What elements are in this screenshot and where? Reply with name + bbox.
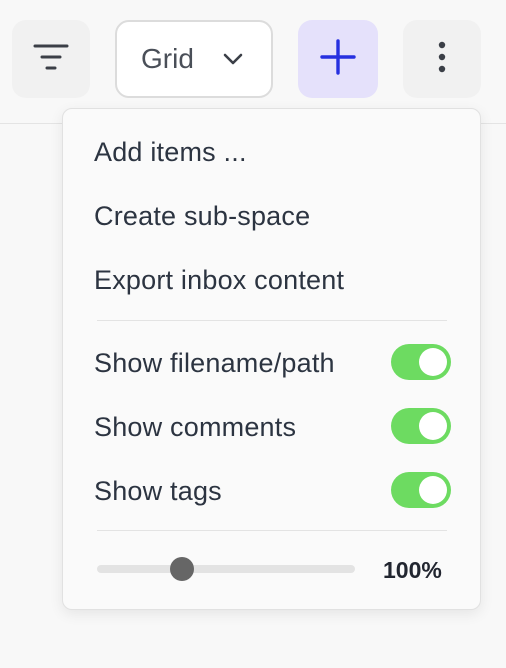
toggle-label-show-filename-path: Show filename/path xyxy=(94,348,335,378)
toggle-knob xyxy=(419,348,447,376)
toggle-label-show-comments: Show comments xyxy=(94,412,297,442)
menu-item-add-items[interactable]: Add items ... xyxy=(94,135,247,169)
toggle-show-comments[interactable] xyxy=(391,408,451,444)
menu-item-create-sub-space[interactable]: Create sub-space xyxy=(94,199,310,233)
chevron-down-icon xyxy=(221,46,245,78)
filter-button[interactable] xyxy=(12,20,90,98)
toggle-row-show-tags: Show tags xyxy=(63,471,482,511)
toolbar: Grid xyxy=(0,0,506,124)
toggle-show-filename-path[interactable] xyxy=(391,344,451,380)
toggle-show-tags[interactable] xyxy=(391,472,451,508)
add-button[interactable] xyxy=(298,20,378,98)
vertical-dots-icon xyxy=(437,40,447,79)
menu-divider xyxy=(97,320,447,321)
toggle-knob xyxy=(419,476,447,504)
zoom-slider[interactable] xyxy=(97,557,355,581)
toggle-row-show-comments: Show comments xyxy=(63,407,482,447)
menu-item-export-inbox-content[interactable]: Export inbox content xyxy=(94,263,344,297)
toggle-label-show-tags: Show tags xyxy=(94,476,222,506)
zoom-value: 100% xyxy=(383,557,442,583)
view-mode-value: Grid xyxy=(141,43,194,74)
toggle-knob xyxy=(419,412,447,440)
zoom-slider-thumb[interactable] xyxy=(170,557,195,581)
toggle-row-show-filename-path: Show filename/path xyxy=(63,343,482,383)
menu-divider xyxy=(97,530,447,531)
plus-icon xyxy=(320,38,356,80)
filter-lines-icon xyxy=(32,42,70,77)
more-options-button[interactable] xyxy=(403,20,481,98)
view-mode-select[interactable]: Grid xyxy=(115,20,273,98)
options-dropdown-menu: Add items ... Create sub-space Export in… xyxy=(62,108,481,610)
